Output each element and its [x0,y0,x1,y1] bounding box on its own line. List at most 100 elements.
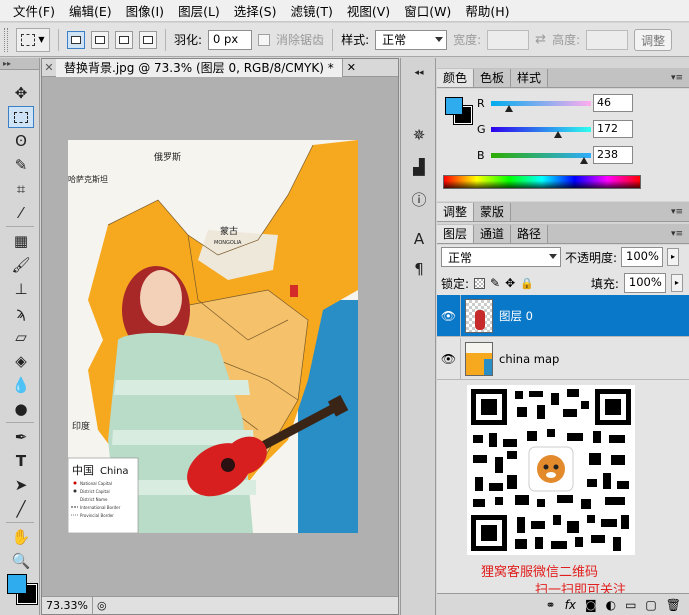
info-icon[interactable]: ◎ [97,599,107,612]
move-tool-icon[interactable]: ✥ [8,82,34,104]
new-group-icon[interactable]: ▭ [625,598,636,612]
eyedropper-tool-icon[interactable]: ⁄ [8,202,34,224]
menu-help[interactable]: 帮助(H) [458,1,516,20]
swap-dimensions-icon[interactable]: ⇄ [535,32,546,47]
color-spectrum-ramp[interactable] [443,175,641,189]
refine-edge-button[interactable]: 调整 [634,28,673,51]
tab-swatches[interactable]: 色板 [474,69,512,87]
width-input[interactable] [487,29,530,50]
healing-brush-tool-icon[interactable]: ▦ [8,230,34,252]
menu-view[interactable]: 视图(V) [340,1,397,20]
red-value-input[interactable]: 46 [593,94,633,112]
menu-image[interactable]: 图像(I) [119,1,171,20]
paint-bucket-tool-icon[interactable]: ◈ [8,350,34,372]
document-tab[interactable]: 替换背景.jpg @ 73.3% (图层 0, RGB/8/CMYK) * [56,58,343,77]
info-panel-icon[interactable]: ⓘ [408,188,430,210]
type-tool-icon[interactable]: T [8,450,34,472]
fill-arrow-icon[interactable]: ▸ [670,274,683,292]
green-slider[interactable] [491,126,591,138]
adjustment-layer-icon[interactable]: ◐ [606,598,616,612]
crop-tool-icon[interactable]: ⌗ [8,178,34,200]
path-select-tool-icon[interactable]: ➤ [8,474,34,496]
intersect-selection-button[interactable] [139,30,157,49]
quick-select-tool-icon[interactable]: ✎ [8,154,34,176]
opacity-input[interactable]: 100% [621,247,664,267]
tab-masks[interactable]: 蒙版 [474,203,512,221]
paragraph-panel-icon[interactable]: ¶ [408,258,430,280]
history-brush-tool-icon[interactable]: ϡ [8,302,34,324]
layer-row[interactable]: 👁 图层 0 [437,294,689,337]
height-input[interactable] [586,29,629,50]
lock-position-icon[interactable]: ✥ [505,276,515,290]
layer-row[interactable]: 👁 china map [437,337,689,380]
hand-tool-icon[interactable]: ✋ [8,526,34,548]
options-grip[interactable] [4,27,8,52]
layer-style-icon[interactable]: fx [565,598,576,612]
eraser-tool-icon[interactable]: ▱ [8,326,34,348]
tool-preset-picker[interactable]: ▼ [16,27,50,52]
close-document-icon[interactable]: ✕ [347,61,356,74]
line-tool-icon[interactable]: ╱ [8,498,34,520]
red-slider[interactable] [491,100,591,112]
green-slider-thumb[interactable] [554,130,562,138]
tab-layers[interactable]: 图层 [437,225,475,243]
document-canvas[interactable]: 中国 China National Capital District Capit… [68,140,358,533]
lasso-tool-icon[interactable]: ʘ [8,130,34,152]
opacity-arrow-icon[interactable]: ▸ [667,248,680,266]
tab-paths[interactable]: 路径 [511,225,549,243]
tab-adjustments[interactable]: 调整 [437,203,475,221]
rect-marquee-tool-icon[interactable] [8,106,34,128]
antialias-checkbox[interactable] [258,33,271,46]
foreground-color-swatch[interactable] [7,574,27,594]
panel-menu-icon[interactable]: ▾≡ [671,73,683,83]
color-fg-swatch[interactable] [445,97,463,115]
dock-expand-icon[interactable]: ◂◂ [408,62,430,84]
dodge-tool-icon[interactable]: ● [8,398,34,420]
zoom-level[interactable]: 73.33% [42,596,93,615]
style-dropdown[interactable]: 正常 [375,29,448,50]
layer-name[interactable]: china map [499,352,559,366]
brush-tool-icon[interactable]: 🖌 [8,254,34,276]
tab-styles[interactable]: 样式 [511,69,549,87]
add-to-selection-button[interactable] [91,30,109,49]
menu-window[interactable]: 窗口(W) [397,1,458,20]
layer-name[interactable]: 图层 0 [499,308,533,324]
link-layers-icon[interactable]: ⚭ [546,598,556,612]
tab-channels[interactable]: 通道 [474,225,512,243]
blur-tool-icon[interactable]: 💧 [8,374,34,396]
histogram-icon[interactable]: ▟ [408,156,430,178]
blue-value-input[interactable]: 238 [593,146,633,164]
subtract-selection-button[interactable] [115,30,133,49]
menu-layer[interactable]: 图层(L) [171,1,227,20]
zoom-tool-icon[interactable]: 🔍 [8,550,34,572]
menu-filter[interactable]: 滤镜(T) [283,1,339,20]
close-icon[interactable]: ✕ [42,61,56,74]
visibility-eye-icon[interactable]: 👁 [437,294,461,337]
navigator-icon[interactable]: ✵ [408,124,430,146]
feather-input[interactable]: 0 px [208,29,253,50]
fill-input[interactable]: 100% [623,273,666,293]
menu-edit[interactable]: 编辑(E) [62,1,119,20]
red-slider-thumb[interactable] [505,104,513,112]
blend-mode-dropdown[interactable]: 正常 [441,247,561,267]
character-panel-icon[interactable]: A [408,228,430,250]
clone-stamp-tool-icon[interactable]: ⊥ [8,278,34,300]
new-layer-icon[interactable]: ▢ [645,598,656,612]
blue-slider[interactable] [491,152,591,164]
green-value-input[interactable]: 172 [593,120,633,138]
new-selection-button[interactable] [67,30,85,49]
pen-tool-icon[interactable]: ✒ [8,426,34,448]
lock-transparency-icon[interactable] [474,277,486,289]
visibility-eye-icon[interactable]: 👁 [437,337,461,380]
panel-menu-icon[interactable]: ▾≡ [671,207,683,217]
add-mask-icon[interactable]: ◙ [585,598,597,612]
tab-color[interactable]: 颜色 [437,69,475,87]
toolbox-header[interactable]: ▸▸ [0,58,39,70]
lock-all-icon[interactable]: 🔒 [520,277,534,290]
lock-pixels-icon[interactable]: ✎ [490,276,500,290]
panel-menu-icon[interactable]: ▾≡ [671,229,683,239]
menu-file[interactable]: 文件(F) [6,1,62,20]
delete-layer-icon[interactable]: 🗑 [666,598,681,612]
menu-select[interactable]: 选择(S) [227,1,284,20]
blue-slider-thumb[interactable] [580,156,588,164]
